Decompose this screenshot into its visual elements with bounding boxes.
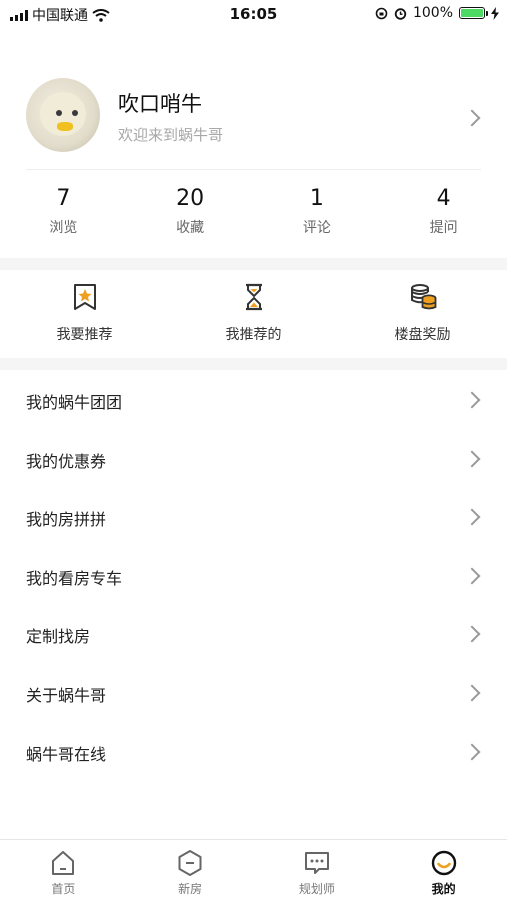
tab-home[interactable]: 首页	[0, 840, 127, 901]
quick-actions: 我要推荐 我推荐的 楼盘奖励	[0, 270, 507, 358]
chevron-right-icon	[463, 743, 481, 761]
hourglass-icon	[239, 282, 269, 312]
action-label: 我推荐的	[225, 327, 282, 343]
user-name: 吹口哨牛	[118, 92, 202, 116]
stat-value: 1	[309, 186, 324, 211]
tab-planner[interactable]: 规划师	[254, 840, 381, 901]
menu-item-viewing-car[interactable]: 我的看房专车	[0, 546, 507, 605]
chevron-right-icon	[463, 391, 481, 409]
menu-item-custom-search[interactable]: 定制找房	[0, 604, 507, 663]
alarm-icon	[394, 7, 407, 20]
tab-me[interactable]: 我的	[380, 840, 507, 901]
action-my-recommendations[interactable]: 我推荐的	[169, 270, 338, 358]
profile-header[interactable]: 吹口哨牛 欢迎来到蜗牛哥	[0, 70, 507, 170]
action-recommend[interactable]: 我要推荐	[0, 270, 169, 358]
divider	[26, 169, 481, 170]
chevron-right-icon	[463, 450, 481, 468]
chevron-right-icon	[463, 567, 481, 585]
stat-views[interactable]: 7 浏览	[0, 180, 127, 252]
menu-item-house-pinpin[interactable]: 我的房拼拼	[0, 487, 507, 546]
action-label: 楼盘奖励	[394, 327, 451, 343]
avatar[interactable]	[26, 78, 100, 152]
tab-label: 新房	[178, 882, 203, 896]
menu-item-coupons[interactable]: 我的优惠券	[0, 429, 507, 488]
stat-label: 浏览	[49, 220, 78, 236]
action-label: 我要推荐	[56, 327, 113, 343]
battery-icon	[459, 7, 488, 19]
charging-icon	[491, 6, 499, 20]
welcome-subtitle: 欢迎来到蜗牛哥	[118, 126, 224, 144]
menu-item-label: 我的看房专车	[26, 568, 123, 588]
stat-value: 4	[436, 186, 451, 211]
stat-label: 提问	[429, 220, 458, 236]
menu-item-label: 我的房拼拼	[26, 510, 107, 530]
recommend-star-icon	[70, 282, 100, 312]
stat-value: 20	[176, 186, 205, 211]
status-right: 100%	[375, 5, 499, 21]
stat-favorites[interactable]: 20 收藏	[127, 180, 254, 252]
menu-item-online[interactable]: 蜗牛哥在线	[0, 722, 507, 781]
stat-comments[interactable]: 1 评论	[254, 180, 381, 252]
chat-bubble-icon	[303, 849, 331, 877]
coins-icon	[408, 282, 438, 312]
tab-bar: 首页 新房 规划师 我的	[0, 839, 507, 901]
status-bar: 中国联通 16:05 100%	[0, 0, 507, 28]
tab-new-homes[interactable]: 新房	[127, 840, 254, 901]
menu-list: 我的蜗牛团团 我的优惠券 我的房拼拼 我的看房专车 定制找房 关于蜗牛哥 蜗牛哥…	[0, 370, 507, 780]
smile-face-icon	[430, 849, 458, 877]
section-gap	[0, 358, 507, 370]
home-icon	[49, 849, 77, 877]
menu-item-about[interactable]: 关于蜗牛哥	[0, 663, 507, 722]
menu-item-label: 我的蜗牛团团	[26, 393, 123, 412]
tab-label: 规划师	[298, 882, 335, 896]
chevron-right-icon	[463, 109, 481, 127]
menu-item-label: 我的优惠券	[26, 451, 107, 471]
section-gap	[0, 258, 507, 270]
tab-label: 我的	[431, 882, 456, 896]
stat-value: 7	[56, 186, 71, 211]
menu-item-snail-group[interactable]: 我的蜗牛团团	[0, 370, 507, 429]
action-property-rewards[interactable]: 楼盘奖励	[338, 270, 507, 358]
menu-item-label: 蜗牛哥在线	[26, 744, 107, 764]
rotation-lock-icon	[375, 7, 388, 19]
chevron-right-icon	[463, 508, 481, 526]
stats-row: 7 浏览 20 收藏 1 评论 4 提问	[0, 180, 507, 252]
stat-label: 收藏	[176, 220, 205, 236]
menu-item-label: 定制找房	[26, 627, 91, 647]
stat-questions[interactable]: 4 提问	[380, 180, 507, 252]
tab-label: 首页	[51, 882, 76, 896]
hexagon-icon	[176, 849, 204, 877]
chevron-right-icon	[463, 625, 481, 643]
chevron-right-icon	[463, 684, 481, 702]
stat-label: 评论	[302, 220, 331, 236]
menu-item-label: 关于蜗牛哥	[26, 685, 107, 705]
battery-percent: 100%	[412, 5, 453, 21]
